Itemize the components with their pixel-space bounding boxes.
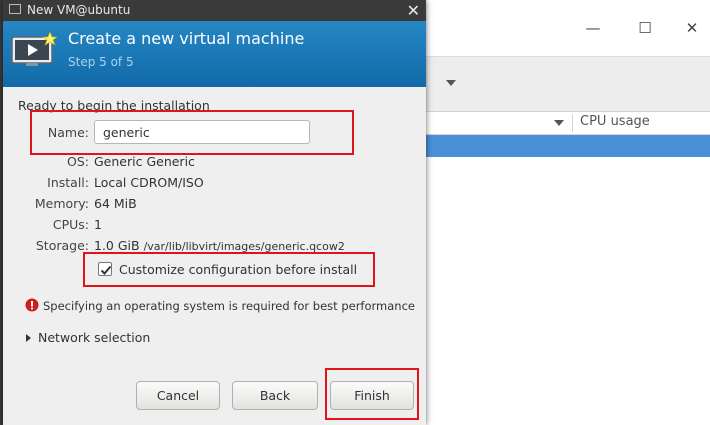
expander-arrow-icon[interactable] [26,334,31,342]
customize-checkbox[interactable] [98,262,112,276]
cancel-button[interactable]: Cancel [136,381,220,410]
os-label: OS: [67,154,89,169]
dropdown-arrow-icon[interactable] [446,80,456,86]
vm-list [426,157,710,425]
customize-label[interactable]: Customize configuration before install [119,262,357,277]
cpus-value: 1 [94,217,102,232]
memory-value: 64 MiB [94,196,137,211]
wizard-header: Create a new virtual machine Step 5 of 5 [3,21,426,87]
vm-list-header: CPU usage [426,112,710,135]
dialog-title: New VM@ubuntu [27,3,131,17]
install-value: Local CDROM/ISO [94,175,204,190]
storage-value: 1.0 GiB /var/lib/libvirt/images/generic.… [94,238,345,253]
vm-list-selected-row[interactable] [426,135,710,157]
checkmark-icon [100,265,112,275]
wizard-title: Create a new virtual machine [68,29,305,48]
memory-label: Memory: [34,196,89,211]
wizard-step: Step 5 of 5 [68,55,134,69]
network-selection-expander[interactable]: Network selection [38,330,150,345]
maximize-button[interactable]: ☐ [630,14,660,42]
os-warning-text: Specifying an operating system is requir… [43,299,415,313]
column-header-cpu-usage[interactable]: CPU usage [580,114,650,129]
back-button[interactable]: Back [232,381,318,410]
main-window-titlebar: — ☐ ✕ [426,0,710,57]
name-input[interactable] [94,120,310,144]
main-window: — ☐ ✕ CPU usage [426,0,710,425]
cpus-label: CPUs: [52,217,89,232]
storage-label: Storage: [35,238,89,253]
os-value: Generic Generic [94,154,195,169]
app-icon [9,4,21,14]
sort-arrow-icon[interactable] [554,120,564,126]
finish-button[interactable]: Finish [330,381,414,410]
storage-size: 1.0 GiB [94,238,140,253]
new-vm-dialog: New VM@ubuntu ✕ Create a new virtual mac… [3,0,426,425]
column-separator [572,114,573,132]
vm-monitor-icon [11,31,57,66]
install-label: Install: [47,175,89,190]
dialog-titlebar: New VM@ubuntu ✕ [3,0,426,21]
dialog-close-button[interactable]: ✕ [407,0,420,21]
main-toolbar [426,57,710,112]
minimize-button[interactable]: — [578,14,608,42]
name-label: Name: [47,125,89,140]
error-icon [25,298,39,312]
storage-path: /var/lib/libvirt/images/generic.qcow2 [143,240,345,253]
main-close-button[interactable]: ✕ [677,14,707,42]
ready-label: Ready to begin the installation [18,98,210,113]
